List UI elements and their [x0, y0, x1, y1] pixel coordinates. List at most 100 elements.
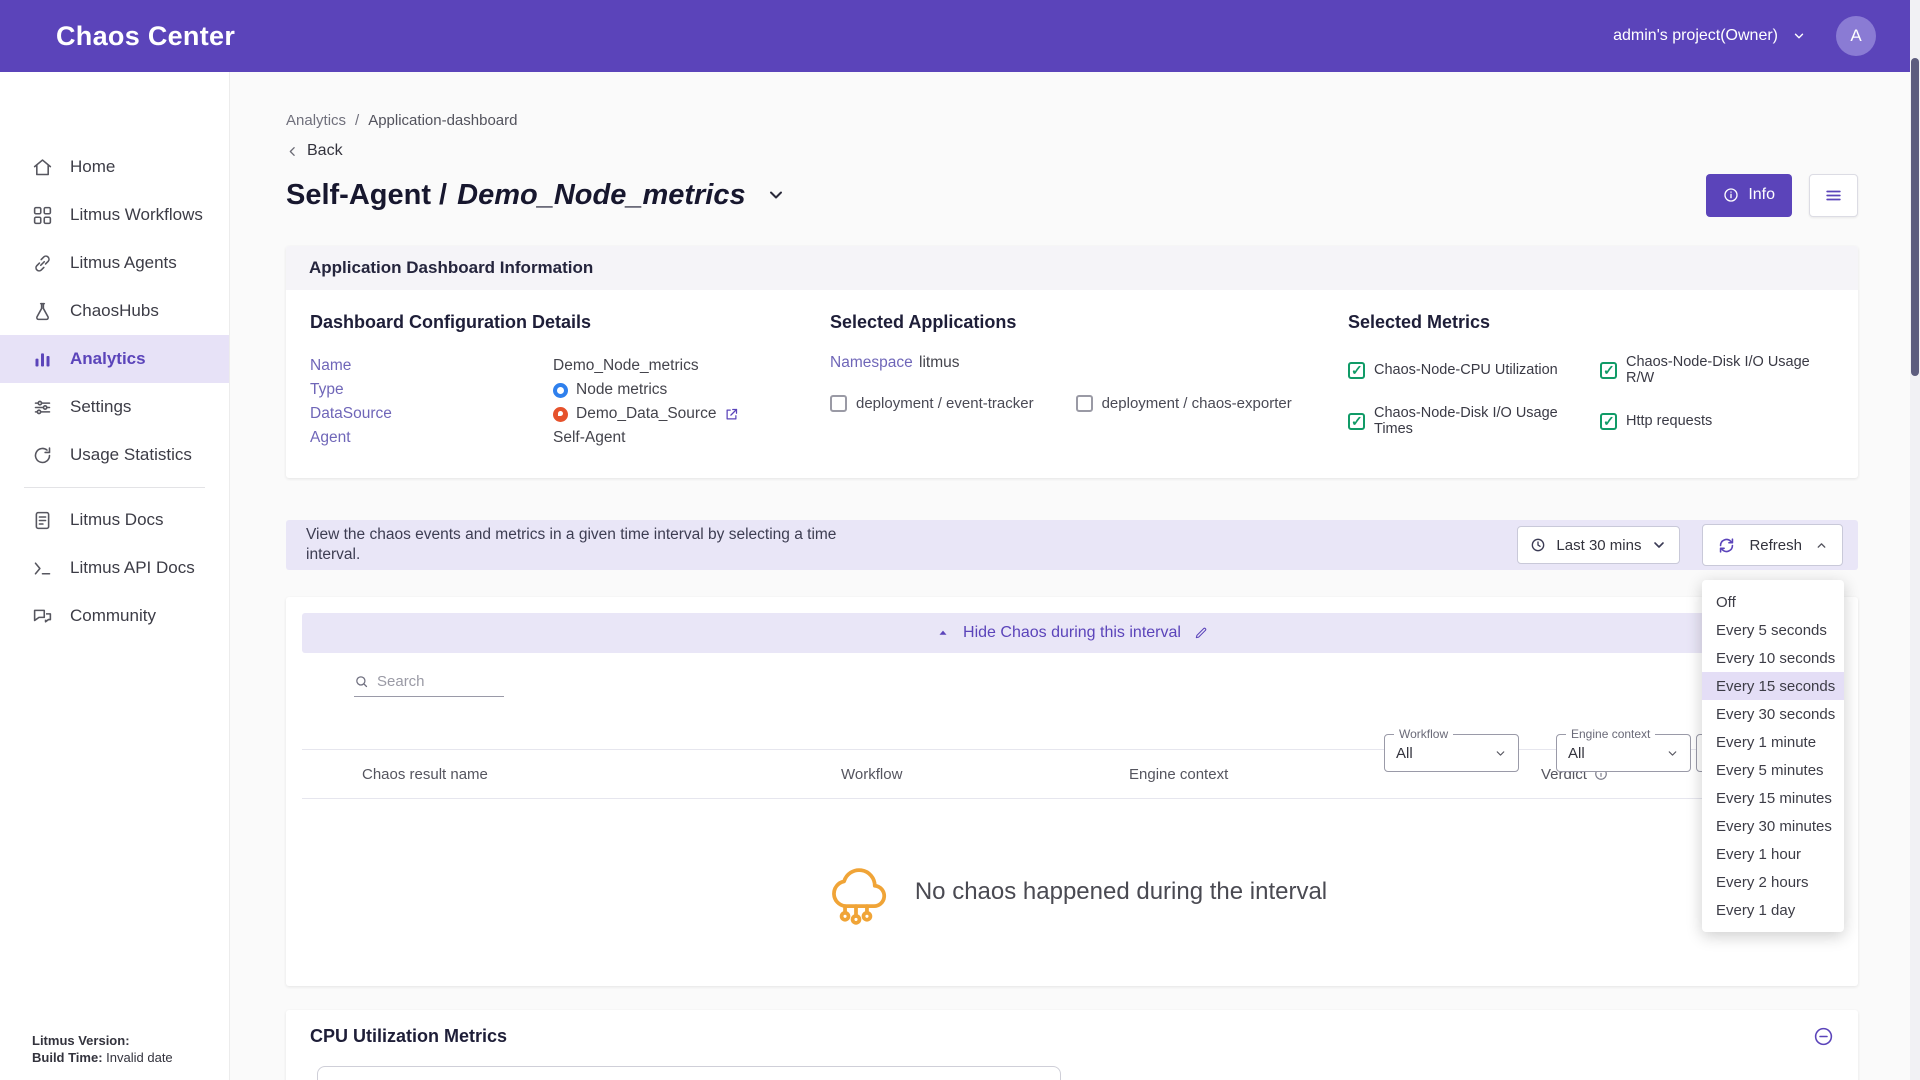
- menu-item-every-30-minutes[interactable]: Every 30 minutes: [1702, 812, 1844, 840]
- hide-chaos-toggle[interactable]: Hide Chaos during this interval: [302, 613, 1842, 653]
- external-link-icon[interactable]: [724, 407, 739, 422]
- scrollbar-thumb[interactable]: [1911, 58, 1919, 376]
- config-value: Demo_Data_Source: [553, 405, 739, 423]
- chat-bubbles-icon: [32, 606, 53, 627]
- dashboard-options-button[interactable]: [1809, 174, 1858, 217]
- version-label: Litmus Version:: [32, 1033, 130, 1048]
- configuration-details-column: Dashboard Configuration Details Name Dem…: [310, 312, 830, 450]
- sidebar-item-settings[interactable]: Settings: [0, 383, 229, 431]
- menu-item-every-15-seconds[interactable]: Every 15 seconds: [1702, 672, 1844, 700]
- sidebar-item-label: Litmus Agents: [70, 253, 177, 273]
- menu-item-every-10-seconds[interactable]: Every 10 seconds: [1702, 644, 1844, 672]
- namespace-label: Namespace: [830, 354, 919, 372]
- back-link[interactable]: Back: [286, 142, 1858, 160]
- config-value-text: Demo_Data_Source: [576, 405, 716, 423]
- sidebar-item-label: Usage Statistics: [70, 445, 192, 465]
- edit-pencil-icon[interactable]: [1194, 626, 1208, 640]
- menu-item-every-15-minutes[interactable]: Every 15 minutes: [1702, 784, 1844, 812]
- sidebar-footer: Litmus Version: Build Time: Invalid date: [32, 1032, 173, 1066]
- workflow-filter-select[interactable]: Workflow All: [1384, 734, 1519, 772]
- chevron-down-icon[interactable]: [1792, 29, 1806, 43]
- info-button[interactable]: Info: [1706, 174, 1792, 217]
- cpu-utilization-title: CPU Utilization Metrics: [310, 1026, 507, 1047]
- checkbox-label: deployment / chaos-exporter: [1102, 395, 1292, 412]
- checkbox-disk-io-times[interactable]: Chaos-Node-Disk I/O Usage Times: [1348, 405, 1600, 437]
- sidebar-item-label: Litmus Docs: [70, 510, 164, 530]
- config-label: Type: [310, 381, 553, 399]
- sidebar-item-litmus-agents[interactable]: Litmus Agents: [0, 239, 229, 287]
- menu-item-every-2-hours[interactable]: Every 2 hours: [1702, 868, 1844, 896]
- interval-bar: View the chaos events and metrics in a g…: [286, 520, 1858, 570]
- selected-metrics-title: Selected Metrics: [1348, 312, 1834, 333]
- menu-item-every-5-seconds[interactable]: Every 5 seconds: [1702, 616, 1844, 644]
- menu-item-every-5-minutes[interactable]: Every 5 minutes: [1702, 756, 1844, 784]
- checkbox-unchecked-icon: [1076, 395, 1093, 412]
- checkbox-disk-io-rw[interactable]: Chaos-Node-Disk I/O Usage R/W: [1600, 354, 1834, 386]
- menu-item-off[interactable]: Off: [1702, 588, 1844, 616]
- search-input[interactable]: [377, 673, 492, 690]
- checkbox-checked-icon: [1348, 362, 1365, 379]
- hamburger-menu-icon: [1824, 186, 1843, 205]
- sidebar-item-label: Settings: [70, 397, 131, 417]
- config-row-type: Type Node metrics: [310, 378, 830, 402]
- table-controls: Workflow All Engine context All Verdict …: [302, 653, 1842, 749]
- sidebar-item-litmus-api-docs[interactable]: Litmus API Docs: [0, 544, 229, 592]
- checkbox-event-tracker[interactable]: deployment / event-tracker: [830, 395, 1034, 412]
- dashboard-switcher-chevron-down-icon[interactable]: [766, 185, 786, 205]
- sidebar-item-label: Analytics: [70, 349, 146, 369]
- hide-chaos-label: Hide Chaos during this interval: [963, 624, 1181, 642]
- clock-icon: [1530, 537, 1546, 553]
- configuration-details-title: Dashboard Configuration Details: [310, 312, 830, 333]
- checkbox-checked-icon: [1600, 362, 1617, 379]
- breadcrumb-analytics[interactable]: Analytics: [286, 112, 346, 129]
- config-label: Name: [310, 357, 553, 375]
- checkbox-http-requests[interactable]: Http requests: [1600, 405, 1834, 437]
- workflows-icon: [32, 205, 53, 226]
- node-metrics-icon: [553, 383, 568, 398]
- refresh-dropdown-button[interactable]: Refresh: [1702, 524, 1843, 566]
- column-workflow: Workflow: [841, 766, 1129, 783]
- sidebar-item-label: Litmus Workflows: [70, 205, 203, 225]
- page-title-dashboard: Demo_Node_metrics: [457, 179, 746, 211]
- engine-context-filter-value: All: [1568, 745, 1585, 762]
- chevron-down-icon: [1651, 537, 1667, 553]
- sidebar-nav: Home Litmus Workflows Litmus Agents Chao…: [0, 72, 229, 479]
- refresh-icon: [1717, 536, 1736, 555]
- top-bar: Chaos Center admin's project(Owner) A: [0, 0, 1920, 72]
- sidebar-item-community[interactable]: Community: [0, 592, 229, 640]
- cpu-chart-panel: [317, 1066, 1061, 1080]
- config-label: Agent: [310, 429, 553, 447]
- menu-item-every-1-minute[interactable]: Every 1 minute: [1702, 728, 1844, 756]
- avatar[interactable]: A: [1836, 16, 1876, 56]
- time-range-select[interactable]: Last 30 mins: [1517, 526, 1680, 564]
- sidebar-item-label: Community: [70, 606, 156, 626]
- sidebar-item-litmus-workflows[interactable]: Litmus Workflows: [0, 191, 229, 239]
- title-row: Self-Agent /Demo_Node_metrics Info: [286, 172, 1858, 218]
- checkbox-checked-icon: [1600, 413, 1617, 430]
- vertical-scrollbar: [1910, 0, 1920, 1080]
- menu-item-every-30-seconds[interactable]: Every 30 seconds: [1702, 700, 1844, 728]
- config-value: Self-Agent: [553, 429, 625, 447]
- sidebar-item-litmus-docs[interactable]: Litmus Docs: [0, 496, 229, 544]
- bar-chart-icon: [32, 349, 53, 370]
- document-icon: [32, 510, 53, 531]
- engine-context-filter-select[interactable]: Engine context All: [1556, 734, 1691, 772]
- sidebar-item-usage-statistics[interactable]: Usage Statistics: [0, 431, 229, 479]
- search-icon: [354, 674, 369, 689]
- content: Analytics / Application-dashboard Back S…: [230, 72, 1920, 1080]
- back-label: Back: [307, 142, 343, 160]
- sidebar-item-analytics[interactable]: Analytics: [0, 335, 229, 383]
- selected-metrics-column: Selected Metrics Chaos-Node-CPU Utilizat…: [1348, 312, 1834, 450]
- dashboard-information-card: Application Dashboard Information Dashbo…: [286, 246, 1858, 478]
- checkbox-label: Http requests: [1626, 413, 1712, 429]
- sidebar-item-home[interactable]: Home: [0, 143, 229, 191]
- project-selector-label[interactable]: admin's project(Owner): [1613, 27, 1778, 45]
- sidebar-item-chaoshubs[interactable]: ChaosHubs: [0, 287, 229, 335]
- checkbox-cpu-utilization[interactable]: Chaos-Node-CPU Utilization: [1348, 354, 1600, 386]
- checkbox-checked-icon: [1348, 413, 1365, 430]
- menu-item-every-1-day[interactable]: Every 1 day: [1702, 896, 1844, 924]
- checkbox-chaos-exporter[interactable]: deployment / chaos-exporter: [1076, 395, 1292, 412]
- menu-item-every-1-hour[interactable]: Every 1 hour: [1702, 840, 1844, 868]
- namespace-value: litmus: [919, 354, 959, 372]
- collapse-minus-icon[interactable]: [1813, 1026, 1834, 1047]
